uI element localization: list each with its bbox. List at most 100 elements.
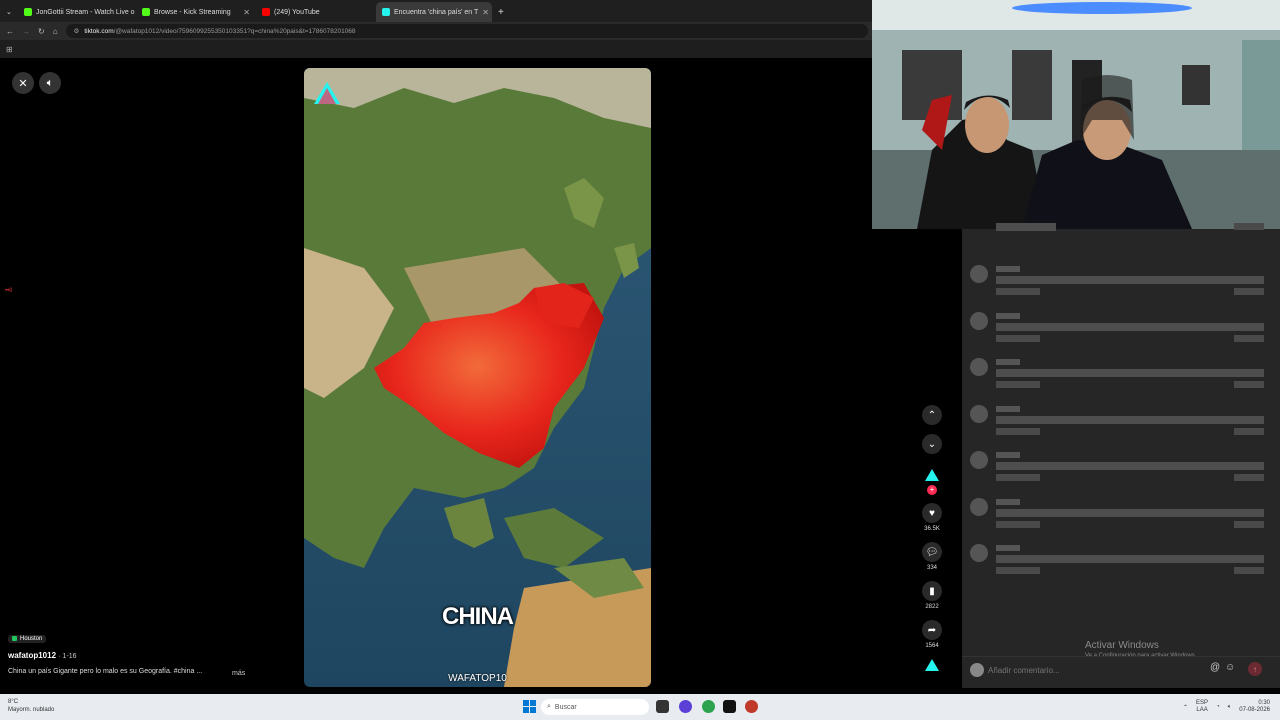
weather-temp: 8°C xyxy=(8,699,19,705)
save-button[interactable]: ▮ 2822 xyxy=(922,581,942,610)
emoji-icon[interactable]: ☺ xyxy=(1225,662,1235,673)
send-comment-button[interactable]: ↑ xyxy=(1248,662,1262,676)
heart-icon: ♥ xyxy=(922,503,942,523)
app-icon[interactable] xyxy=(745,700,758,713)
obs-icon[interactable] xyxy=(723,700,736,713)
apps-grid-icon[interactable]: ⊞ xyxy=(6,45,13,54)
close-icon[interactable]: ✕ xyxy=(243,8,250,17)
tab-title: Browse - Kick Streaming xyxy=(154,8,231,16)
windows-start-icon[interactable] xyxy=(523,700,536,713)
comment-row-placeholder xyxy=(970,495,1270,535)
comment-button[interactable]: 💬︎ 334 xyxy=(922,542,942,571)
tab-search-button[interactable]: ⌄ xyxy=(0,2,18,22)
more-link[interactable]: más xyxy=(232,670,245,677)
author-avatar[interactable]: + xyxy=(922,468,942,495)
avatar xyxy=(970,358,988,376)
user-avatar xyxy=(970,663,984,677)
taskbar-search[interactable]: ⌕ Buscar xyxy=(541,699,649,715)
url-host: tiktok.com xyxy=(84,27,114,35)
search-label: Buscar xyxy=(554,703,577,711)
music-disc[interactable] xyxy=(922,658,942,677)
back-icon[interactable]: ← xyxy=(6,27,14,36)
close-video-button[interactable]: ✕ xyxy=(12,72,34,94)
comment-row-placeholder xyxy=(970,262,1270,302)
mute-button[interactable]: 🔈︎ xyxy=(39,72,61,94)
follow-plus-icon[interactable]: + xyxy=(927,485,937,495)
location-pin-icon xyxy=(12,636,17,641)
app-icon[interactable] xyxy=(679,700,692,713)
browser-tab-bar: ⌄ JonGottii Stream - Watch Live o ✕ Brow… xyxy=(0,0,872,22)
reload-icon[interactable]: ↻ xyxy=(38,27,45,36)
tab-title: (249) YouTube xyxy=(274,8,320,16)
webcam-image xyxy=(872,0,1280,229)
avatar xyxy=(970,265,988,283)
like-button[interactable]: ♥ 36.5K xyxy=(922,503,942,532)
location-tag[interactable]: Houston xyxy=(8,634,47,643)
video-description: China un país Gigante pero lo malo es su… xyxy=(8,668,203,675)
url-field[interactable]: ⚙ tiktok.com /@wafatop1012/video/7596099… xyxy=(65,24,868,38)
share-button[interactable]: ➦ 1564 xyxy=(922,620,942,649)
tiktok-icon xyxy=(382,8,390,16)
live-badge: ••ll xyxy=(5,288,12,294)
comment-row-placeholder xyxy=(970,402,1270,442)
activation-title: Activar Windows xyxy=(1085,640,1159,651)
skeleton-line xyxy=(996,223,1056,231)
new-tab-button[interactable]: + xyxy=(492,2,510,22)
lang-indicator[interactable]: ESP LAA xyxy=(1196,700,1208,714)
comment-input[interactable] xyxy=(988,663,1202,677)
close-icon[interactable]: ✕ xyxy=(482,8,489,17)
video-watermark: WAFATOP10 xyxy=(448,673,507,684)
system-tray: ⌃ ESP LAA ◔ 🔈︎ 0:30 07-08-2026 xyxy=(1183,700,1270,714)
comment-row-placeholder xyxy=(970,309,1270,349)
clock-time: 0:30 xyxy=(1258,700,1270,706)
comment-icon: 💬︎ xyxy=(922,542,942,562)
mention-icon[interactable]: @ xyxy=(1210,662,1220,673)
site-info-icon[interactable]: ⚙ xyxy=(74,27,80,35)
video-player[interactable]: CHINA WAFATOP10 xyxy=(304,68,651,687)
forward-icon[interactable]: → xyxy=(22,27,30,36)
avatar xyxy=(970,544,988,562)
comments-panel xyxy=(962,223,1280,688)
tab-tiktok[interactable]: Encuentra 'china país' en T ✕ xyxy=(376,2,492,22)
channel-logo-icon xyxy=(314,82,340,104)
system-clock[interactable]: 0:30 07-08-2026 xyxy=(1239,700,1270,714)
prev-video-button[interactable]: ⌃ xyxy=(922,405,942,425)
save-count: 2822 xyxy=(925,604,939,610)
youtube-icon xyxy=(262,8,270,16)
bookmarks-bar: ⊞ xyxy=(0,40,872,58)
music-logo-icon xyxy=(925,659,939,671)
wifi-icon[interactable]: ◔ xyxy=(1216,704,1220,710)
like-count: 36.5K xyxy=(924,526,940,532)
location-label: Houston xyxy=(20,635,43,642)
weather-widget[interactable]: 8°C Mayorm. nublado xyxy=(8,698,54,714)
chevron-down-icon: ⌄ xyxy=(922,434,942,454)
author-name[interactable]: wafatop1012 xyxy=(8,651,56,660)
arrow-up-icon: ↑ xyxy=(1253,664,1257,674)
clock-date: 07-08-2026 xyxy=(1239,707,1270,713)
avatar xyxy=(970,498,988,516)
author-logo-icon xyxy=(925,469,939,481)
tab-youtube[interactable]: (249) YouTube xyxy=(256,2,376,22)
avatar xyxy=(970,405,988,423)
comment-row-placeholder xyxy=(970,355,1270,395)
chevron-up-icon[interactable]: ⌃ xyxy=(1183,704,1188,711)
volume-icon[interactable]: 🔈︎ xyxy=(1228,704,1232,711)
kick-icon xyxy=(142,8,150,16)
windows-taskbar: 8°C Mayorm. nublado ⌕ Buscar ⌃ ESP LAA ◔… xyxy=(0,694,1280,720)
tab-kick-browse[interactable]: Browse - Kick Streaming ✕ xyxy=(136,2,256,22)
tab-jongottii[interactable]: JonGottii Stream - Watch Live o ✕ xyxy=(18,2,136,22)
chrome-icon[interactable] xyxy=(702,700,715,713)
video-title-overlay: CHINA xyxy=(442,603,514,630)
address-bar: ← → ↻ ⌂ ⚙ tiktok.com /@wafatop1012/video… xyxy=(0,22,872,40)
task-view-icon[interactable] xyxy=(656,700,669,713)
bookmark-icon: ▮ xyxy=(922,581,942,601)
url-path: /@wafatop1012/video/7596099255350103351?… xyxy=(113,27,356,35)
post-date: 1-16 xyxy=(62,653,77,660)
chevron-down-icon: ⌄ xyxy=(6,9,12,16)
comment-row-placeholder xyxy=(970,541,1270,581)
search-icon: ⌕ xyxy=(547,703,551,710)
lang-top: ESP xyxy=(1196,700,1209,706)
home-icon[interactable]: ⌂ xyxy=(53,27,58,36)
next-video-button[interactable]: ⌄ xyxy=(922,434,942,454)
comment-row-placeholder xyxy=(970,221,1270,261)
